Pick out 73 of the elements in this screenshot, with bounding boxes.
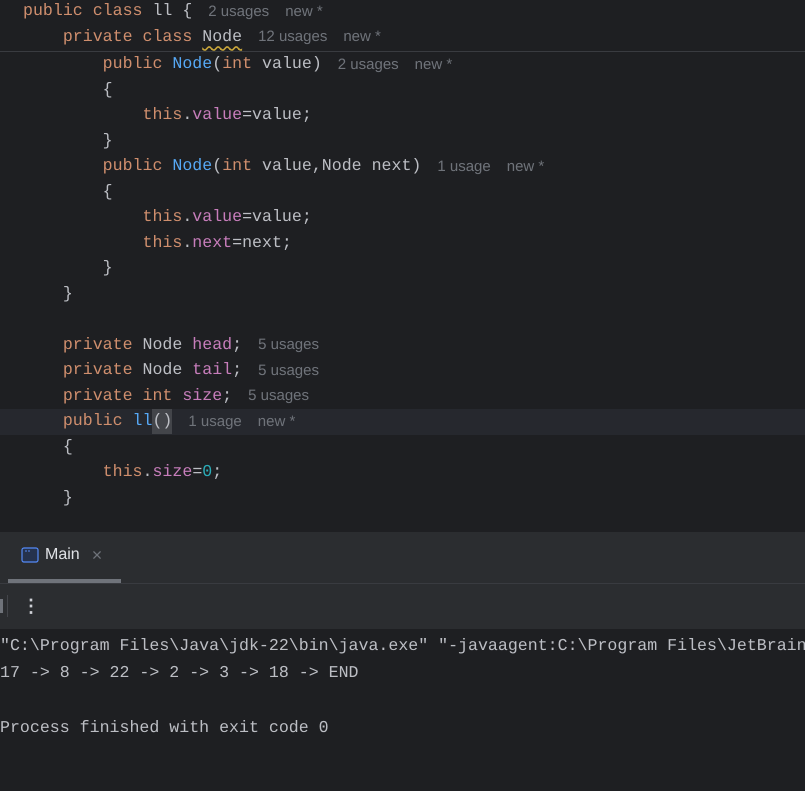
inlay-hint[interactable]: new *: [414, 54, 452, 76]
inlay-hint[interactable]: 2 usages: [208, 0, 270, 23]
keyword: this: [141, 104, 182, 126]
method-name: ll: [132, 410, 152, 432]
console-output-line: Process finished with exit code 0: [0, 716, 329, 739]
keyword: int: [222, 155, 254, 178]
keyword: this: [141, 232, 182, 254]
inlay-hint[interactable]: 5 usages: [248, 385, 310, 408]
code-text: (: [212, 53, 222, 76]
code-text: Node: [142, 334, 184, 356]
close-tab-button[interactable]: ×: [92, 542, 102, 568]
code-text: ;: [222, 384, 232, 407]
console-output-line: 17 -> 8 -> 22 -> 2 -> 3 -> 18 -> END: [0, 662, 358, 684]
run-tab[interactable]: Main ×: [8, 531, 121, 583]
field-name: value: [192, 104, 242, 126]
field-name: size: [182, 384, 222, 407]
code-text: ;: [232, 359, 242, 382]
inlay-hint[interactable]: 1 usage: [437, 156, 491, 178]
code-text: .: [182, 104, 192, 126]
keyword: public: [102, 155, 164, 178]
console-output-line: "C:\Program Files\Java\jdk-22\bin\java.exe" "-javaagent:C:\Program Files\JetBrain: [0, 635, 805, 657]
code-text: =: [192, 461, 202, 484]
code-text: ;: [232, 334, 242, 356]
warning-underlined-name: Node: [202, 26, 242, 48]
more-options-icon[interactable]: ⋮: [22, 597, 40, 615]
code-text: value): [262, 53, 322, 76]
inlay-hint[interactable]: new *: [343, 26, 381, 48]
method-name: Node: [172, 53, 212, 76]
code-text: .: [182, 206, 192, 228]
inlay-hint[interactable]: new *: [258, 410, 296, 433]
keyword: private: [62, 359, 134, 382]
field-name: tail: [192, 359, 232, 382]
code-text: (: [212, 155, 222, 178]
inlay-hint[interactable]: 2 usages: [338, 54, 399, 76]
inlay-hint[interactable]: 12 usages: [258, 26, 328, 48]
code-text: =value;: [242, 206, 312, 228]
keyword: private class: [62, 26, 194, 48]
type-name: ll {: [152, 0, 192, 22]
code-text: }: [62, 282, 73, 305]
code-text: }: [102, 130, 113, 152]
console-window-icon: [21, 547, 39, 563]
inlay-hint[interactable]: new *: [506, 156, 544, 178]
keyword: public class: [23, 0, 144, 22]
code-text: }: [62, 486, 73, 509]
field-name: head: [192, 334, 232, 356]
code-text: =value;: [242, 104, 312, 126]
keyword: this: [141, 206, 182, 228]
code-text: .: [182, 232, 192, 254]
code-text: Node: [142, 359, 184, 382]
number-literal: 0: [202, 461, 212, 484]
code-text: {: [62, 436, 73, 458]
keyword: private: [62, 334, 134, 356]
inlay-hint[interactable]: 5 usages: [258, 334, 319, 356]
keyword: public: [62, 410, 124, 432]
field-name: size: [152, 461, 192, 484]
field-name: value: [192, 206, 242, 228]
inlay-hint[interactable]: new *: [285, 0, 323, 23]
code-text: }: [102, 257, 113, 280]
keyword: public: [102, 53, 164, 76]
keyword: int: [222, 53, 254, 76]
code-text: =next;: [232, 232, 292, 254]
inlay-hint[interactable]: 1 usage: [188, 410, 242, 433]
matched-brace: (): [152, 409, 172, 434]
code-text: {: [102, 78, 113, 101]
code-text: ;: [212, 461, 222, 484]
method-name: Node: [172, 155, 212, 178]
code-text: .: [142, 461, 152, 484]
keyword: private int: [62, 384, 174, 407]
field-name: next: [192, 232, 232, 254]
code-text: value,Node next): [262, 155, 422, 178]
code-text: {: [102, 180, 113, 203]
inlay-hint[interactable]: 5 usages: [258, 360, 319, 382]
keyword: this: [102, 461, 142, 484]
